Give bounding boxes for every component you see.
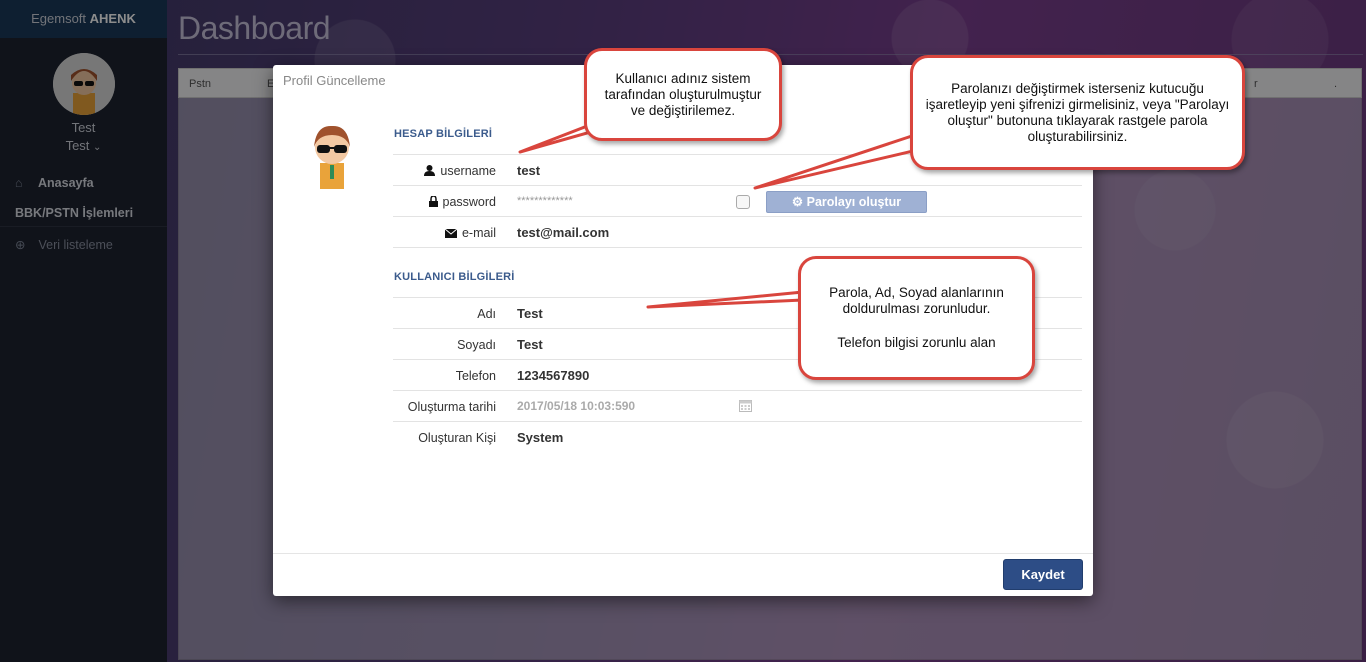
callout-required: Parola, Ad, Soyad alanlarının doldurulma… [798, 256, 1035, 380]
callout-pointer [646, 290, 805, 309]
callout-password: Parolanızı değiştirmek isterseniz kutucu… [910, 55, 1245, 170]
callout-username: Kullanıcı adınız sistem tarafından oluşt… [584, 48, 782, 141]
